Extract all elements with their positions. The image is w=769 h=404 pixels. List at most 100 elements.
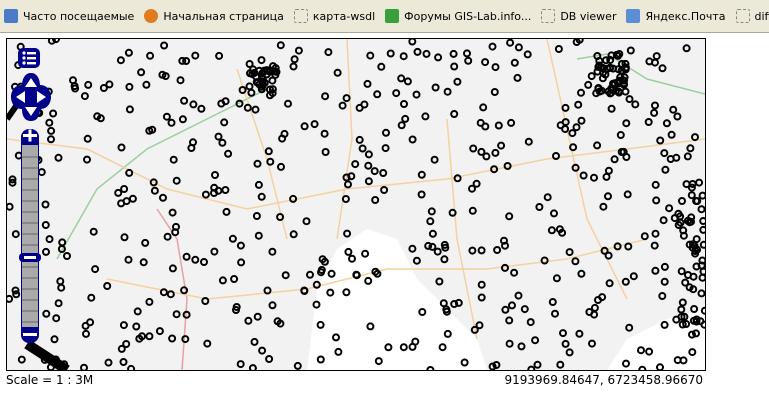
map-point[interactable] xyxy=(281,271,290,280)
map-point[interactable] xyxy=(604,251,613,260)
map-point[interactable] xyxy=(565,348,574,357)
map-point[interactable] xyxy=(221,186,230,194)
map-point[interactable] xyxy=(540,256,549,265)
map-point[interactable] xyxy=(120,185,129,193)
map-point[interactable] xyxy=(105,80,114,89)
map-point[interactable] xyxy=(526,318,535,327)
map-point[interactable] xyxy=(491,63,500,72)
map-point[interactable] xyxy=(125,168,134,177)
map-point[interactable] xyxy=(128,194,137,203)
bookmark-2[interactable]: карта-wsdl xyxy=(293,9,375,23)
map-point[interactable] xyxy=(695,178,704,187)
map-point[interactable] xyxy=(477,246,486,255)
map-point[interactable] xyxy=(689,272,698,281)
map-point[interactable] xyxy=(417,190,426,199)
map-point[interactable] xyxy=(468,206,477,215)
map-point[interactable] xyxy=(163,232,172,241)
map-point[interactable] xyxy=(268,247,277,256)
map-point[interactable] xyxy=(621,87,630,96)
map-point[interactable] xyxy=(659,216,668,225)
map-point[interactable] xyxy=(510,58,519,67)
map-point[interactable] xyxy=(575,329,584,338)
map-point[interactable] xyxy=(159,193,167,202)
map-point[interactable] xyxy=(476,118,485,127)
map-point[interactable] xyxy=(629,272,638,281)
map-point[interactable] xyxy=(380,186,389,194)
map-point[interactable] xyxy=(604,192,612,201)
map-point[interactable] xyxy=(482,152,491,161)
map-point[interactable] xyxy=(257,73,266,82)
map-point[interactable] xyxy=(364,161,373,170)
map-point[interactable] xyxy=(45,235,54,244)
map-point[interactable] xyxy=(250,337,259,346)
map-point[interactable] xyxy=(245,82,254,91)
map-point[interactable] xyxy=(172,176,181,185)
map-point[interactable] xyxy=(146,51,155,60)
map-point[interactable] xyxy=(381,144,390,153)
map-point[interactable] xyxy=(550,209,558,218)
map-point[interactable] xyxy=(172,222,180,231)
map-point[interactable] xyxy=(412,90,421,99)
map-point[interactable] xyxy=(114,188,123,197)
map-point[interactable] xyxy=(386,49,395,58)
map-point[interactable] xyxy=(658,292,667,300)
map-point[interactable] xyxy=(548,298,557,306)
map-point[interactable] xyxy=(363,79,372,88)
map-point[interactable] xyxy=(54,153,63,162)
map-point[interactable] xyxy=(289,62,298,71)
map-point[interactable] xyxy=(366,51,375,60)
map-point[interactable] xyxy=(56,277,65,286)
map-point[interactable] xyxy=(320,129,329,138)
map-point[interactable] xyxy=(200,258,208,266)
map-point[interactable] xyxy=(590,310,599,319)
map-point[interactable] xyxy=(7,294,14,303)
map-point[interactable] xyxy=(160,41,169,50)
map-point[interactable] xyxy=(501,305,510,314)
map-point[interactable] xyxy=(344,180,352,189)
map-point[interactable] xyxy=(137,68,146,77)
map-point[interactable] xyxy=(469,144,478,153)
map-point[interactable] xyxy=(104,358,113,367)
map-point[interactable] xyxy=(417,170,426,179)
bookmark-1[interactable]: Начальная страница xyxy=(144,9,284,23)
map-point[interactable] xyxy=(351,160,360,169)
map-point[interactable] xyxy=(463,49,471,58)
map-point[interactable] xyxy=(116,56,125,65)
map-point[interactable] xyxy=(117,143,126,152)
map-point[interactable] xyxy=(312,280,321,289)
map-point[interactable] xyxy=(172,310,181,319)
map-point[interactable] xyxy=(605,279,614,288)
map-point[interactable] xyxy=(505,339,514,348)
map-point[interactable] xyxy=(645,57,654,66)
map-point[interactable] xyxy=(230,275,239,283)
layer-switcher-button[interactable] xyxy=(17,47,43,69)
map-point[interactable] xyxy=(382,128,390,137)
map-point[interactable] xyxy=(430,155,439,164)
map-point[interactable] xyxy=(41,200,50,209)
map-point[interactable] xyxy=(289,194,298,203)
map-point[interactable] xyxy=(132,322,141,331)
map-point[interactable] xyxy=(191,51,200,60)
map-point[interactable] xyxy=(310,120,319,129)
map-point[interactable] xyxy=(555,225,564,234)
map-point[interactable] xyxy=(83,155,91,164)
map-point[interactable] xyxy=(593,141,602,150)
map-point[interactable] xyxy=(189,138,197,147)
map-point[interactable] xyxy=(524,137,533,146)
map-point[interactable] xyxy=(687,191,696,200)
map-point[interactable] xyxy=(258,346,267,355)
map-point[interactable] xyxy=(371,196,380,204)
map-point[interactable] xyxy=(554,45,563,53)
map-point[interactable] xyxy=(678,298,687,307)
map-point[interactable] xyxy=(595,56,604,65)
map-point[interactable] xyxy=(666,155,675,163)
map-point[interactable] xyxy=(364,150,373,159)
map-point[interactable] xyxy=(210,189,218,197)
map-point[interactable] xyxy=(52,39,60,44)
map-point[interactable] xyxy=(464,56,473,65)
map-point[interactable] xyxy=(691,133,699,142)
bookmark-0[interactable]: Часто посещаемые xyxy=(4,9,134,23)
map-point[interactable] xyxy=(490,88,499,96)
map-point[interactable] xyxy=(253,312,262,321)
map-point[interactable] xyxy=(355,103,364,112)
